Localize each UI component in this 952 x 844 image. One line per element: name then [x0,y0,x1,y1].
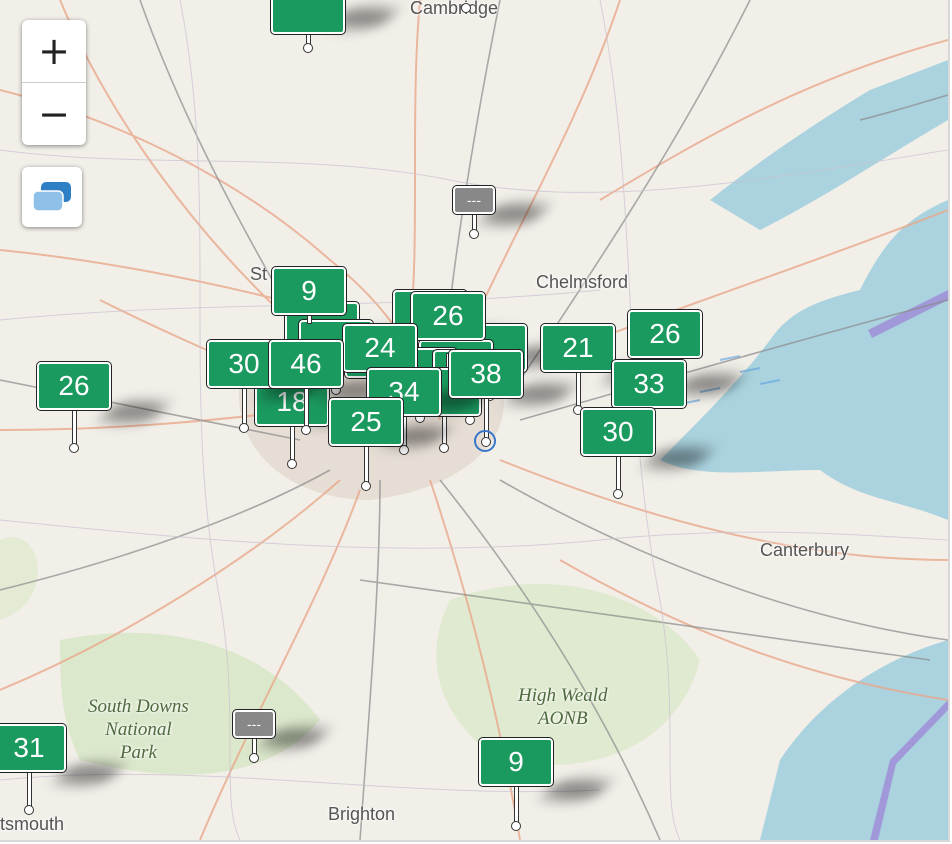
place-label-high-weald: High Weald AONB [518,685,608,729]
marker-value[interactable]: --- [452,185,496,215]
marker-value[interactable]: 26 [410,291,486,341]
marker-value[interactable]: 26 [627,309,703,359]
place-label-brighton: Brighton [328,804,396,824]
marker-value[interactable]: 30 [580,407,656,457]
layers-icon [32,182,71,212]
place-label-portsmouth: tsmouth [0,814,65,834]
marker-value[interactable]: 26 [36,361,112,411]
marker-value[interactable]: 9 [478,737,554,787]
marker-value[interactable]: 38 [448,349,524,399]
marker-value[interactable]: 31 [0,723,67,773]
marker-value[interactable]: 25 [328,397,404,447]
marker-value[interactable]: 24 [342,323,418,373]
place-label-chelmsford: Chelmsford [536,272,629,292]
marker-value[interactable]: 21 [540,323,616,373]
zoom-in-button[interactable]: + [22,20,86,82]
layers-button[interactable] [22,167,82,227]
marker-value[interactable]: 9 [271,266,347,316]
place-label-cambridge: Cambridge [410,0,499,18]
place-label-canterbury: Canterbury [760,540,850,560]
map-view[interactable]: Cambridge Chelmsford Canterbury Brighton… [0,0,950,842]
marker-value[interactable] [270,0,346,35]
marker-value[interactable]: --- [232,709,276,739]
zoom-control: + − [22,20,86,145]
marker-value[interactable]: 33 [611,359,687,409]
place-label-south-downs: South Downs National Park [88,696,189,763]
place-label-st: St [250,264,268,284]
current-location-indicator [474,430,496,452]
marker-value[interactable]: 46 [268,339,344,389]
zoom-out-button[interactable]: − [22,82,86,145]
